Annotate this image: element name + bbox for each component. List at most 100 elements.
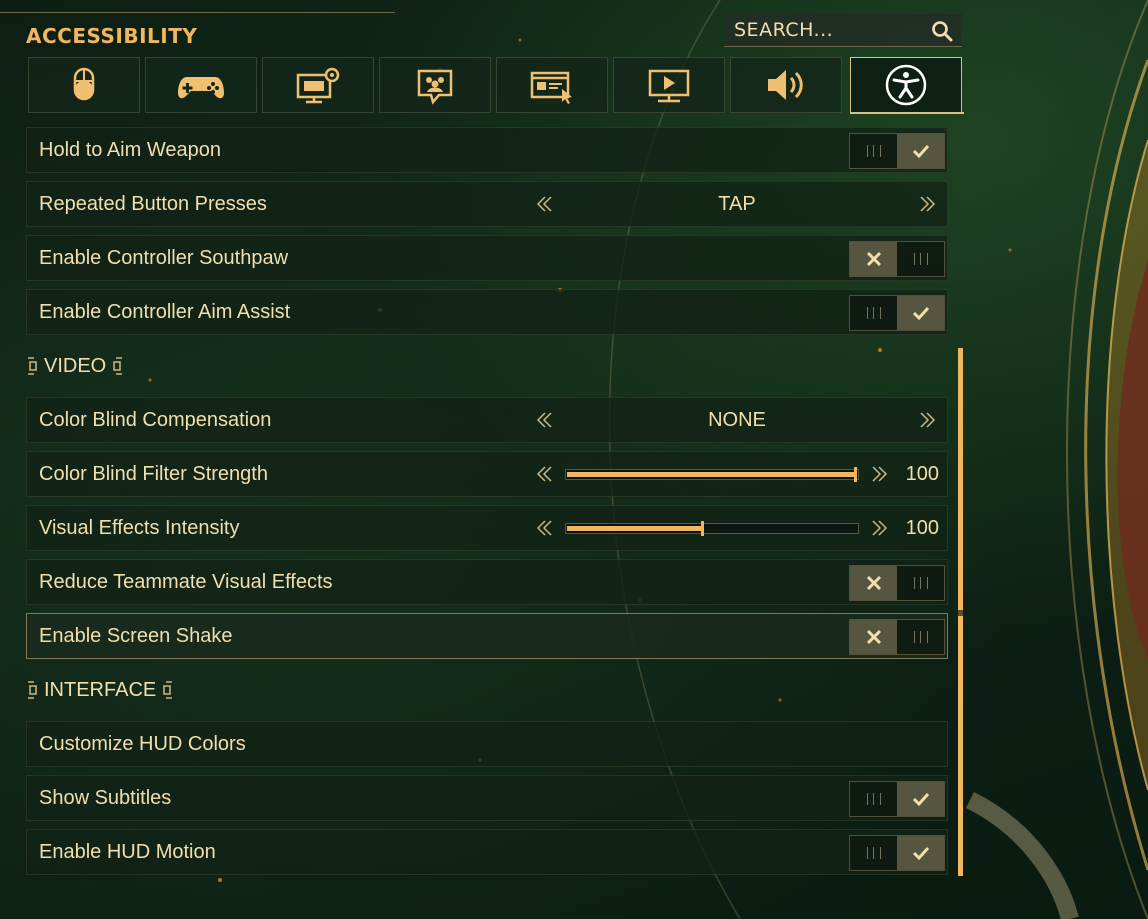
- interface-cursor-icon: [530, 71, 572, 104]
- close-icon: [866, 575, 881, 591]
- header-divider: [0, 12, 395, 13]
- chevron-right-icon[interactable]: [917, 410, 937, 430]
- hud-motion-toggle[interactable]: [849, 835, 945, 871]
- reduce-teammate-toggle[interactable]: [849, 565, 945, 601]
- toggle-off-side: [850, 296, 897, 330]
- toggle-off-side: [850, 134, 897, 168]
- slider-fill: [567, 472, 857, 477]
- color-blind-strength-slider[interactable]: [565, 467, 859, 482]
- setting-label: Color Blind Compensation: [39, 409, 272, 431]
- check-icon: [912, 144, 929, 159]
- section-title: VIDEO: [44, 354, 107, 377]
- slider-handle[interactable]: [854, 467, 857, 482]
- close-icon: [866, 251, 881, 267]
- search-placeholder: SEARCH...: [734, 19, 834, 41]
- aim-assist-toggle[interactable]: [849, 295, 945, 331]
- mouse-icon: [73, 67, 95, 101]
- setting-repeated-presses[interactable]: Repeated Button Presses TAP: [26, 181, 948, 227]
- setting-label: Reduce Teammate Visual Effects: [39, 571, 333, 593]
- check-icon: [912, 306, 929, 321]
- chevron-left-icon[interactable]: [535, 194, 555, 214]
- slider-increase-icon[interactable]: [869, 518, 889, 538]
- search-icon[interactable]: [930, 19, 954, 43]
- setting-aim-assist[interactable]: Enable Controller Aim Assist: [26, 289, 948, 335]
- accessibility-icon: [885, 64, 927, 106]
- toggle-off-side: [850, 836, 897, 870]
- toggle-on-side: [897, 242, 944, 276]
- setting-color-blind-compensation[interactable]: Color Blind Compensation NONE: [26, 397, 948, 443]
- slider-decrease-icon[interactable]: [535, 464, 555, 484]
- toggle-on-side: [897, 296, 944, 330]
- setting-label: Repeated Button Presses: [39, 193, 267, 215]
- setting-visual-effects-intensity[interactable]: Visual Effects Intensity 100: [26, 505, 948, 551]
- social-chat-icon: [417, 69, 453, 105]
- toggle-on-side: [897, 620, 944, 654]
- selector-value: TAP: [718, 193, 756, 215]
- toggle-off-side: [850, 782, 897, 816]
- check-icon: [912, 846, 929, 861]
- chevron-right-icon[interactable]: [917, 194, 937, 214]
- slider-increase-icon[interactable]: [869, 464, 889, 484]
- slider-value: 100: [905, 463, 939, 485]
- page-title: ACCESSIBILITY: [26, 24, 198, 48]
- setting-label: Enable Controller Aim Assist: [39, 301, 291, 323]
- toggle-on-side: [897, 566, 944, 600]
- setting-label: Hold to Aim Weapon: [39, 139, 221, 161]
- tab-mouse[interactable]: [28, 57, 140, 113]
- slider-fill: [567, 526, 703, 531]
- tab-interface[interactable]: [496, 57, 608, 113]
- active-tab-indicator: [850, 112, 964, 114]
- close-icon: [866, 629, 881, 645]
- setting-color-blind-strength[interactable]: Color Blind Filter Strength 100: [26, 451, 948, 497]
- slider-value: 100: [905, 517, 939, 539]
- southpaw-toggle[interactable]: [849, 241, 945, 277]
- setting-label: Show Subtitles: [39, 787, 172, 809]
- display-settings-icon: [296, 67, 340, 104]
- slider-handle[interactable]: [701, 521, 704, 536]
- setting-label: Enable HUD Motion: [39, 841, 216, 863]
- tab-accessibility[interactable]: [850, 57, 962, 113]
- tab-display[interactable]: [262, 57, 374, 113]
- check-icon: [912, 792, 929, 807]
- toggle-on-side: [897, 134, 944, 168]
- toggle-off-side: [850, 242, 897, 276]
- setting-hold-to-aim[interactable]: Hold to Aim Weapon: [26, 127, 948, 173]
- setting-southpaw[interactable]: Enable Controller Southpaw: [26, 235, 948, 281]
- screen-shake-toggle[interactable]: [849, 619, 945, 655]
- section-header-interface: INTERFACE: [26, 675, 174, 705]
- video-play-icon: [648, 69, 690, 103]
- setting-screen-shake[interactable]: Enable Screen Shake: [26, 613, 948, 659]
- tab-controller[interactable]: [145, 57, 257, 113]
- setting-label: Customize HUD Colors: [39, 733, 246, 755]
- gamepad-icon: [178, 77, 224, 99]
- setting-reduce-teammate-effects[interactable]: Reduce Teammate Visual Effects: [26, 559, 948, 605]
- hold-to-aim-toggle[interactable]: [849, 133, 945, 169]
- tab-social[interactable]: [379, 57, 491, 113]
- toggle-on-side: [897, 782, 944, 816]
- section-ornament-icon: [28, 357, 37, 375]
- section-ornament-icon: [163, 681, 173, 699]
- selector-value: NONE: [708, 409, 766, 431]
- toggle-on-side: [897, 836, 944, 870]
- setting-label: Enable Controller Southpaw: [39, 247, 289, 269]
- setting-customize-hud-colors[interactable]: Customize HUD Colors: [26, 721, 948, 767]
- search-input[interactable]: SEARCH...: [724, 14, 962, 47]
- tab-video[interactable]: [613, 57, 725, 113]
- setting-label: Visual Effects Intensity: [39, 517, 240, 539]
- section-header-video: VIDEO: [26, 351, 124, 381]
- toggle-off-side: [850, 566, 897, 600]
- scrollbar-grip[interactable]: [958, 610, 963, 616]
- setting-hud-motion[interactable]: Enable HUD Motion: [26, 829, 948, 875]
- setting-label: Color Blind Filter Strength: [39, 463, 268, 485]
- section-ornament-icon: [28, 681, 37, 699]
- setting-show-subtitles[interactable]: Show Subtitles: [26, 775, 948, 821]
- slider-decrease-icon[interactable]: [535, 518, 555, 538]
- section-title: INTERFACE: [44, 678, 157, 701]
- speaker-icon: [768, 70, 803, 100]
- chevron-left-icon[interactable]: [535, 410, 555, 430]
- setting-label: Enable Screen Shake: [39, 625, 233, 647]
- subtitles-toggle[interactable]: [849, 781, 945, 817]
- visual-effects-slider[interactable]: [565, 521, 859, 536]
- tab-audio[interactable]: [730, 57, 842, 113]
- toggle-off-side: [850, 620, 897, 654]
